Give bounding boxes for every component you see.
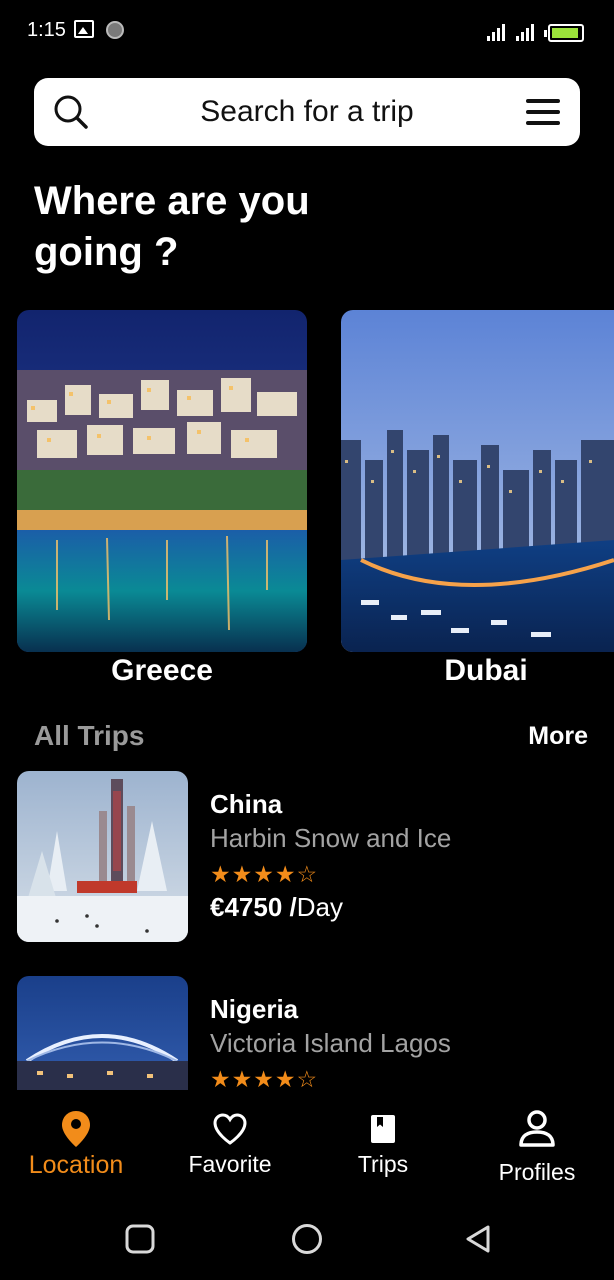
star-filled-icon: ★ <box>253 861 275 887</box>
star-filled-icon: ★ <box>274 861 297 887</box>
star-filled-icon: ★ <box>274 1066 297 1090</box>
system-nav-bar <box>0 1200 614 1280</box>
trip-country: China <box>210 789 283 819</box>
signal-2-icon <box>516 23 540 41</box>
destination-label-greece: Greece <box>111 654 213 687</box>
location-pin-icon <box>62 1111 90 1147</box>
destination-card-greece[interactable] <box>17 310 307 652</box>
nav-label-profiles: Profiles <box>498 1159 576 1185</box>
star-filled-icon: ★ <box>231 1066 254 1090</box>
nav-item-location[interactable]: Location <box>1 1090 151 1200</box>
star-empty-icon: ☆ <box>296 1066 319 1090</box>
app-notification-icon <box>106 21 124 39</box>
rating-stars: ★★★★☆ <box>210 861 318 888</box>
star-filled-icon: ★ <box>210 861 232 887</box>
bottom-nav: Location Favorite Trips Profiles <box>0 1090 614 1200</box>
trip-price-amount: €4750 / <box>210 892 297 922</box>
trip-country: Nigeria <box>210 994 299 1024</box>
search-bar[interactable]: Search for a trip <box>34 78 580 146</box>
heart-icon <box>213 1113 247 1145</box>
recent-apps-icon[interactable] <box>125 1224 155 1254</box>
trip-item-nigeria[interactable]: Nigeria Victoria Island Lagos ★★★★☆ <box>17 976 597 1090</box>
nav-item-trips[interactable]: Trips <box>308 1090 458 1200</box>
trip-item-china[interactable]: China Harbin Snow and Ice ★★★★☆ €4750 /D… <box>17 771 597 942</box>
nav-item-favorite[interactable]: Favorite <box>155 1090 305 1200</box>
trip-price-unit: Day <box>296 892 343 922</box>
search-input[interactable]: Search for a trip <box>34 95 580 129</box>
menu-icon[interactable] <box>526 99 560 125</box>
rating-stars: ★★★★☆ <box>210 1066 318 1090</box>
nav-label-favorite: Favorite <box>188 1151 272 1177</box>
nav-label-trips: Trips <box>357 1151 409 1177</box>
page-title: Where are you going ? <box>34 179 310 274</box>
trip-price: €4750 /Day <box>210 892 343 923</box>
back-icon[interactable] <box>463 1224 493 1254</box>
more-link[interactable]: More <box>528 722 588 751</box>
book-icon <box>371 1115 395 1143</box>
nav-item-profiles[interactable]: Profiles <box>462 1090 612 1200</box>
destination-label-dubai: Dubai <box>444 654 528 687</box>
dubai-photo <box>341 310 614 652</box>
star-empty-icon: ☆ <box>296 861 319 887</box>
destination-card-dubai[interactable] <box>341 310 614 652</box>
star-filled-icon: ★ <box>253 1066 275 1090</box>
battery-icon <box>544 24 584 42</box>
home-icon[interactable] <box>291 1223 323 1255</box>
user-icon <box>519 1110 555 1147</box>
section-title-all-trips: All Trips <box>34 720 145 751</box>
trip-place: Harbin Snow and Ice <box>210 823 452 853</box>
status-time: 1:15 <box>27 19 66 41</box>
gallery-notification-icon <box>74 20 94 38</box>
trip-place: Victoria Island Lagos <box>210 1028 451 1058</box>
status-bar: 1:15 <box>0 0 614 60</box>
star-filled-icon: ★ <box>210 1066 232 1090</box>
star-filled-icon: ★ <box>231 861 254 887</box>
signal-1-icon <box>487 23 511 41</box>
greece-photo <box>17 310 307 652</box>
trip-thumbnail-nigeria <box>17 976 188 1090</box>
trip-thumbnail-china <box>17 771 188 942</box>
nav-label-location: Location <box>28 1151 124 1179</box>
